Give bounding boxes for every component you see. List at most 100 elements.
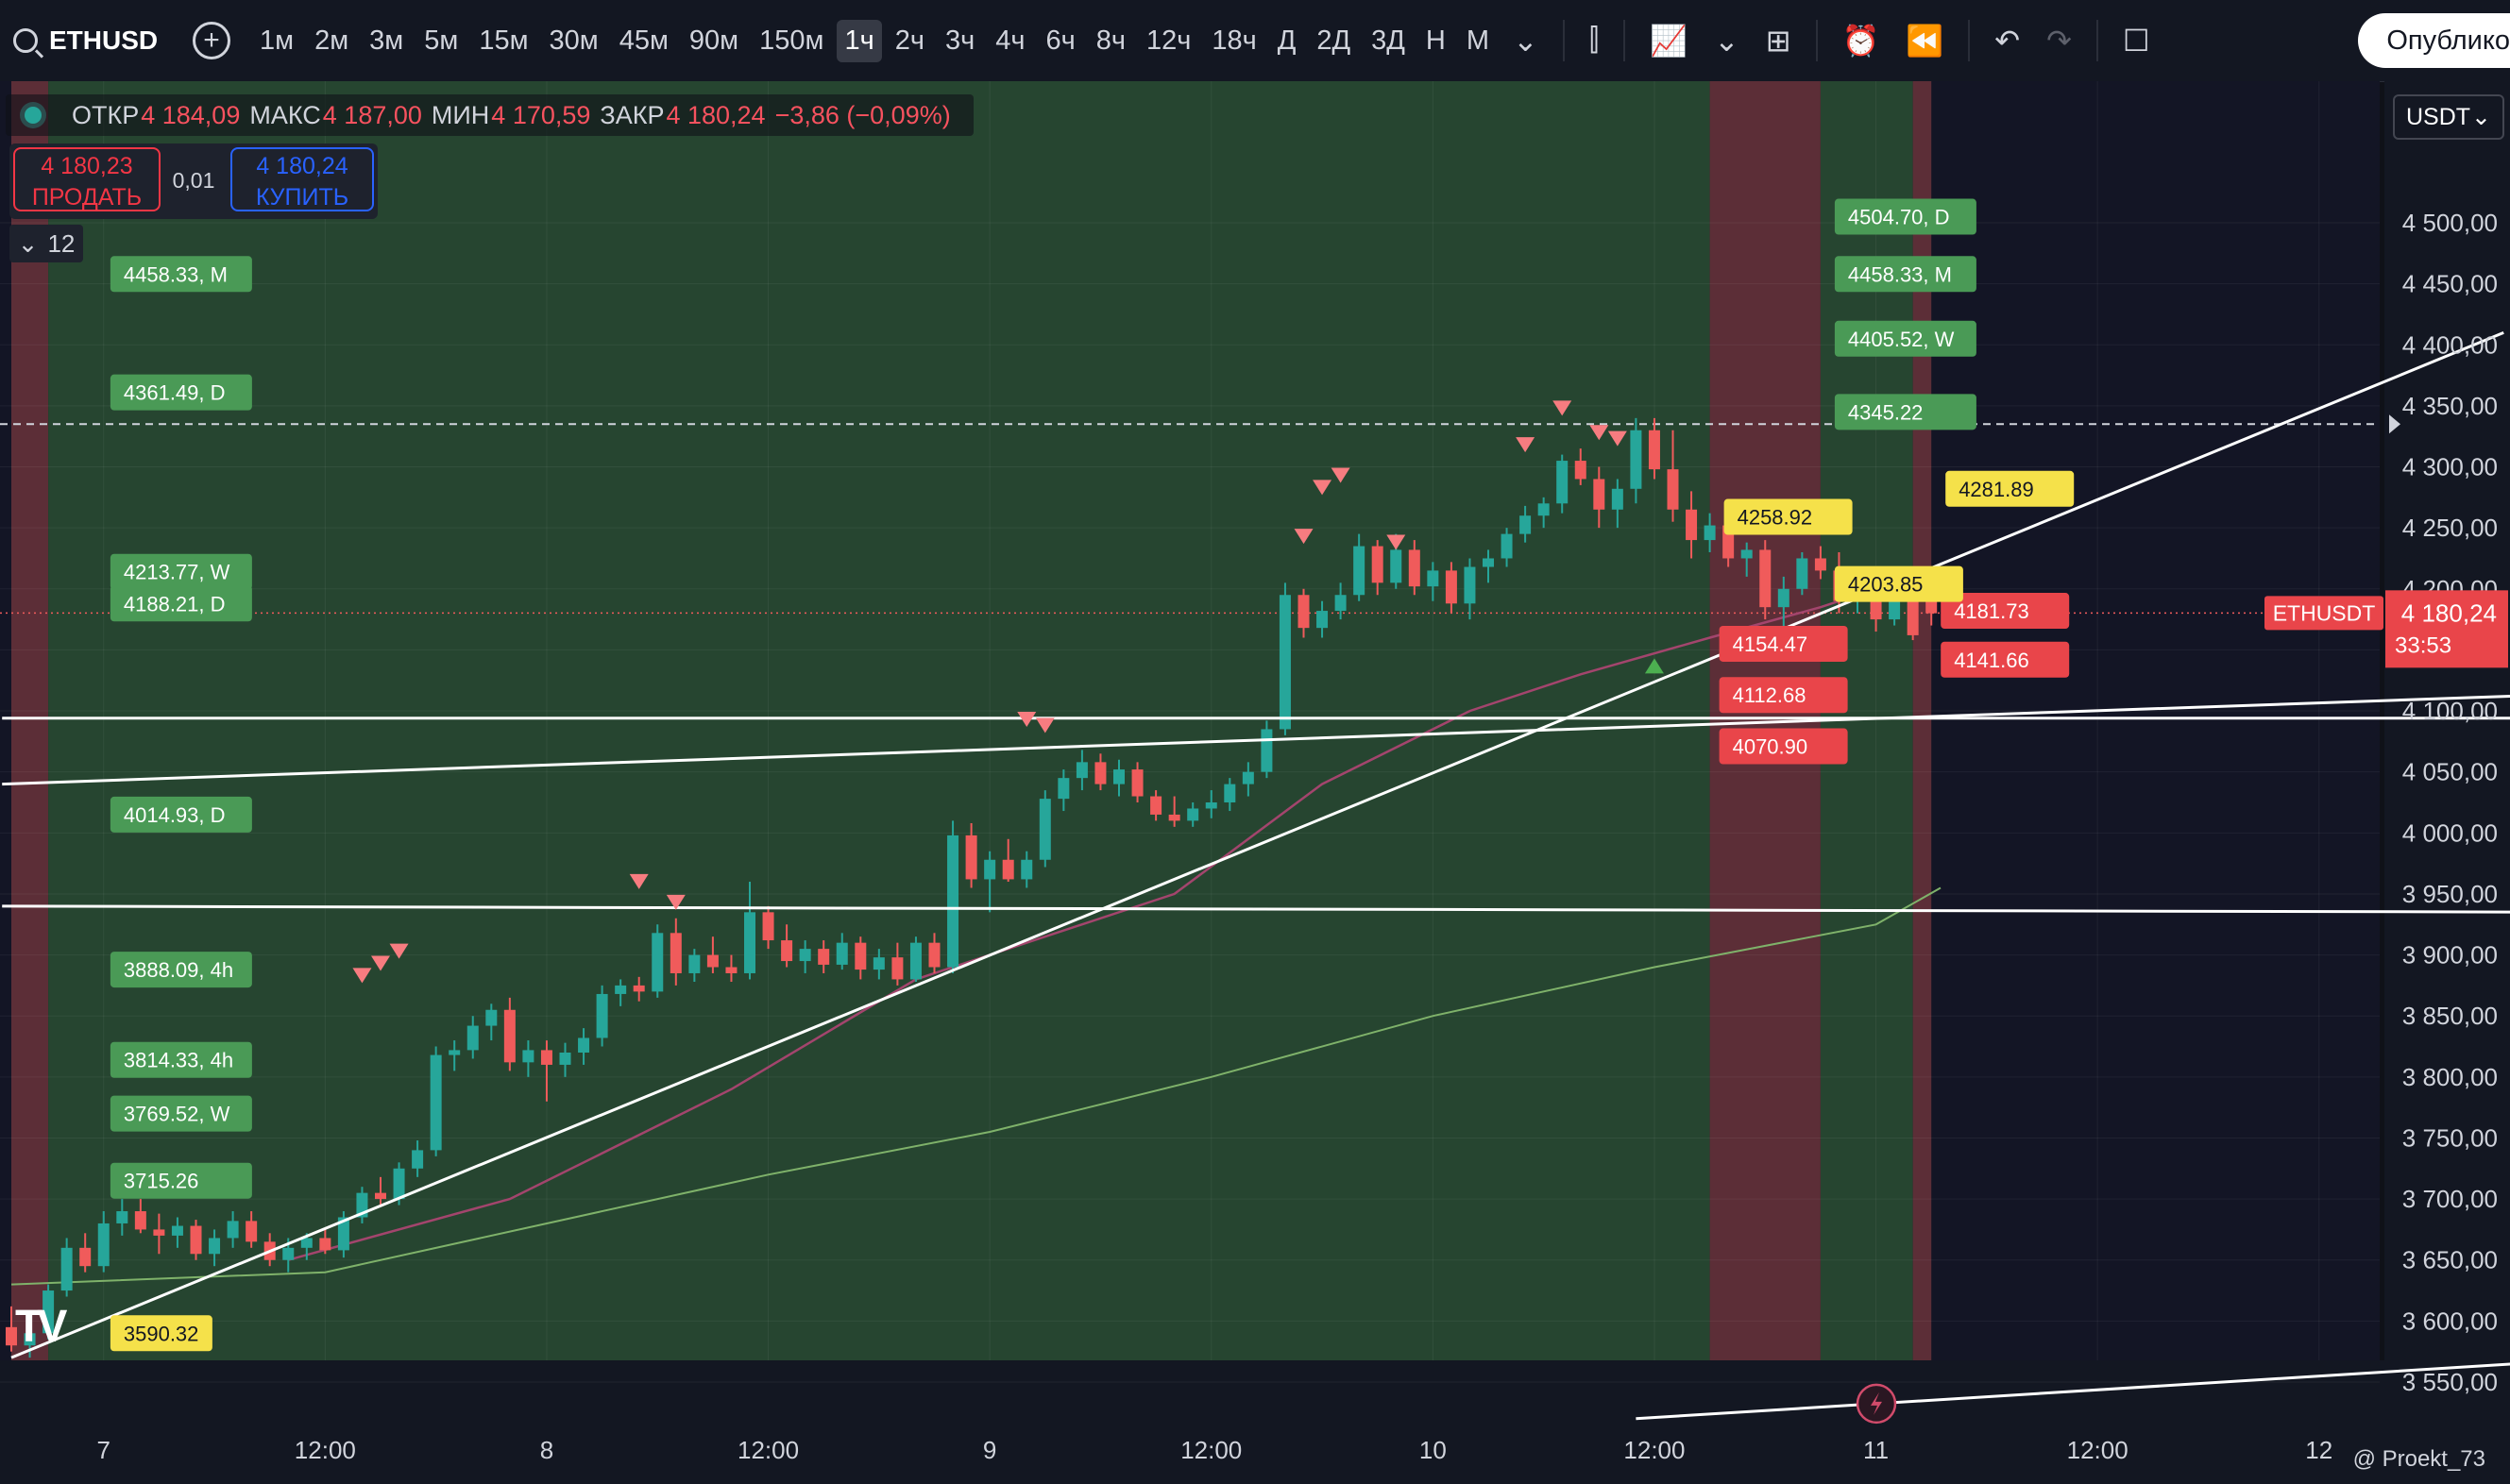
timeframe-14[interactable]: 8ч: [1089, 20, 1133, 62]
candle-body-77: [1427, 570, 1439, 587]
timeframe-10[interactable]: 2ч: [888, 20, 932, 62]
timeframe-1[interactable]: 2м: [307, 20, 356, 62]
candle-body-89: [1648, 430, 1660, 470]
candle-body-73: [1353, 546, 1365, 596]
price-chart[interactable]: 4458.33, M 4361.49, D 4213.77, W 4188.21, D…: [0, 81, 2510, 1484]
candle-body-92: [1704, 525, 1716, 541]
fullscreen-icon[interactable]: ☐: [2123, 23, 2150, 59]
low-value: 4 170,59: [491, 100, 591, 129]
candle-body-66: [1224, 784, 1236, 802]
candle-body-10: [190, 1225, 202, 1255]
candle-body-63: [1168, 814, 1180, 821]
candle-body-67: [1242, 771, 1254, 784]
timeframe-9[interactable]: 1ч: [837, 19, 882, 62]
undo-icon[interactable]: ↶: [1994, 23, 2020, 59]
label-green-4-text: 4014.93, D: [124, 803, 226, 827]
label-green-0: 4458.33, M: [110, 256, 252, 293]
trade-panel: 4 180,23 ПРОДАТЬ 0,01 4 180,24 КУПИТЬ: [9, 143, 378, 219]
candle-body-15: [282, 1247, 295, 1260]
symbol-search[interactable]: ETHUSD: [0, 25, 193, 56]
price-tick-17: 4 400,00: [2402, 330, 2498, 359]
layout-grid-icon[interactable]: ⊞: [1766, 23, 1791, 59]
candle-body-51: [947, 835, 959, 968]
candle-body-60: [1113, 769, 1125, 784]
candles-icon[interactable]: ⫿: [1589, 23, 1599, 59]
candle-body-64: [1187, 808, 1199, 821]
timeframe-16[interactable]: 18ч: [1204, 20, 1263, 62]
candle-body-42: [781, 940, 793, 962]
timeframe-15[interactable]: 12ч: [1139, 20, 1198, 62]
time-tick-7: 12:00: [1623, 1436, 1685, 1464]
compare-plus-icon[interactable]: +: [193, 22, 230, 59]
candle-body-39: [725, 967, 738, 973]
chevron-down-icon[interactable]: ⌄: [1513, 23, 1538, 59]
top-toolbar: ETHUSD + 1м 2м 3м 5м 15м 30м 45м 90м 150м 1ч 2ч 3ч 4…: [0, 0, 2510, 82]
timeframe-17[interactable]: Д: [1270, 20, 1304, 62]
replay-icon[interactable]: ⏪: [1906, 23, 1943, 59]
candle-body-43: [799, 949, 811, 962]
timeframe-20[interactable]: Н: [1418, 20, 1453, 62]
timeframe-0[interactable]: 1м: [252, 20, 301, 62]
sell-button[interactable]: 4 180,23 ПРОДАТЬ: [13, 147, 161, 211]
candle-body-70: [1297, 595, 1310, 629]
redo-icon[interactable]: ↷: [2046, 23, 2072, 59]
price-tick-11: 4 100,00: [2402, 697, 2498, 725]
candle-body-98: [1814, 558, 1826, 571]
timeframe-11[interactable]: 3ч: [938, 20, 982, 62]
candle-body-22: [412, 1150, 424, 1169]
label-green-12-text: 4345.22: [1848, 400, 1924, 424]
candle-body-75: [1390, 549, 1402, 583]
currency-select[interactable]: USDT ⌄: [2393, 94, 2504, 140]
time-tick-1: 12:00: [295, 1436, 356, 1464]
label-green-0-text: 4458.33, M: [124, 262, 228, 286]
timeframe-5[interactable]: 30м: [542, 20, 606, 62]
timeframe-13[interactable]: 6ч: [1038, 20, 1082, 62]
candle-body-44: [818, 949, 830, 965]
chevron-down-icon[interactable]: ⌄: [1714, 23, 1739, 59]
timeframe-4[interactable]: 15м: [471, 20, 535, 62]
label-yellow-0: 3590.32: [110, 1315, 212, 1352]
open-label: ОТКР: [72, 100, 140, 129]
candle-body-96: [1777, 588, 1789, 608]
label-red-2: 4070.90: [1719, 728, 1848, 765]
candle-body-85: [1574, 461, 1586, 480]
timeframe-2[interactable]: 3м: [362, 20, 411, 62]
candle-body-68: [1261, 729, 1273, 772]
timeframe-8[interactable]: 150м: [752, 20, 831, 62]
timeframe-12[interactable]: 4ч: [988, 20, 1032, 62]
time-tick-0: 7: [97, 1436, 110, 1464]
timeframe-3[interactable]: 5м: [416, 20, 466, 62]
candle-body-82: [1519, 515, 1532, 534]
label-yellow-2: 4281.89: [1945, 470, 2075, 507]
candle-body-94: [1740, 549, 1753, 559]
label-red-0-text: 4154.47: [1733, 632, 1808, 656]
timeframe-7[interactable]: 90м: [682, 20, 746, 62]
alert-clock-icon[interactable]: ⏰: [1842, 23, 1880, 59]
label-yellow-2-text: 4281.89: [1959, 478, 2034, 501]
buy-button[interactable]: 4 180,24 КУПИТЬ: [230, 147, 374, 211]
sell-price: 4 180,23: [41, 153, 133, 179]
candle-body-90: [1667, 469, 1679, 510]
candle-body-61: [1131, 769, 1144, 797]
indicators-count: 12: [47, 228, 76, 258]
candle-body-23: [430, 1054, 442, 1151]
candle-body-13: [246, 1221, 258, 1242]
label-green-6: 3814.33, 4h: [110, 1041, 252, 1078]
timeframe-21[interactable]: М: [1459, 20, 1497, 62]
price-tick-3: 3 700,00: [2402, 1185, 2498, 1213]
price-tick-4: 3 750,00: [2402, 1123, 2498, 1152]
candle-body-28: [522, 1050, 534, 1063]
close-label: ЗАКР: [600, 100, 665, 129]
timeframe-18[interactable]: 2Д: [1309, 20, 1358, 62]
indicators-icon[interactable]: 📈: [1650, 23, 1687, 59]
open-value: 4 184,09: [141, 100, 241, 129]
timeframe-6[interactable]: 45м: [612, 20, 676, 62]
label-green-8-text: 3715.26: [124, 1170, 199, 1193]
buy-price: 4 180,24: [256, 153, 348, 179]
candle-body-53: [984, 859, 996, 880]
timeframe-19[interactable]: 3Д: [1364, 20, 1413, 62]
candle-body-62: [1150, 796, 1162, 815]
publish-button[interactable]: Опублико: [2358, 13, 2510, 68]
price-tick-0: 3 550,00: [2402, 1368, 2498, 1396]
indicators-collapse-button[interactable]: ⌄ 12: [9, 225, 83, 262]
